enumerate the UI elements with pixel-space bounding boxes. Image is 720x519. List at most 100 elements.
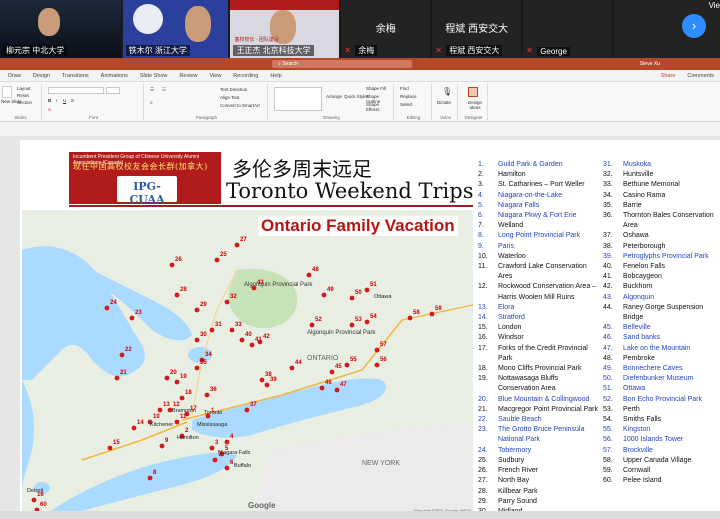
map-pin-marker[interactable] [194, 337, 200, 343]
destination-item[interactable]: 13. Elora [478, 303, 600, 313]
map-pin-marker[interactable] [306, 272, 312, 278]
tab-slide-show[interactable]: Slide Show [134, 70, 174, 82]
map-pin-marker[interactable] [249, 342, 255, 348]
map-pin-marker[interactable] [344, 362, 350, 368]
map-pin-marker[interactable] [374, 347, 380, 353]
map-pin-marker[interactable] [319, 385, 325, 391]
map-pin-marker[interactable] [429, 311, 435, 317]
shapes-gallery[interactable] [274, 87, 322, 111]
destination-item[interactable]: 22. Sauble Beach [478, 415, 600, 425]
shape-fill-button[interactable]: Shape Fill [366, 86, 386, 91]
map-pin-marker[interactable] [259, 377, 265, 383]
destination-item[interactable]: 57. Brockville [603, 446, 719, 456]
participant-tile[interactable]: ✕ George [523, 0, 613, 58]
map-pin-marker[interactable] [214, 257, 220, 263]
map-pin-marker[interactable] [224, 299, 230, 305]
underline-button[interactable]: U [63, 98, 66, 103]
map-pin-marker[interactable] [174, 292, 180, 298]
view-label[interactable]: Vie [709, 1, 720, 10]
font-name-select[interactable] [48, 87, 104, 94]
map-pin-marker[interactable] [229, 327, 235, 333]
destination-item[interactable]: 43. Algonquin [603, 293, 719, 303]
map-pin-marker[interactable] [119, 352, 125, 358]
destination-item[interactable]: 14. Stratford [478, 313, 600, 323]
tab-help[interactable]: Help [264, 70, 287, 82]
bold-button[interactable]: B [48, 98, 51, 103]
map-pin-marker[interactable] [174, 419, 180, 425]
map-pin-marker[interactable] [204, 392, 210, 398]
design-ideas-icon[interactable] [468, 87, 478, 97]
new-slide-icon[interactable] [2, 86, 12, 98]
map-pin-marker[interactable] [374, 362, 380, 368]
align-left-icon[interactable]: ≡ [150, 100, 153, 105]
search-box[interactable]: ⌕ Search [272, 60, 412, 68]
font-color-button[interactable]: A [48, 107, 51, 112]
destination-item[interactable]: 8. Long Point Provincial Park [478, 231, 600, 241]
dictate-button[interactable]: Dictate [437, 100, 451, 105]
map-pin-marker[interactable] [329, 369, 335, 375]
map-pin-marker[interactable] [194, 365, 200, 371]
destination-item[interactable]: 51. Ottawa [603, 384, 719, 394]
destination-item[interactable]: 49. Bonnechere Caves [603, 364, 719, 374]
map-pin-marker[interactable] [264, 382, 270, 388]
comments-button[interactable]: Comments [681, 70, 720, 82]
destination-item[interactable]: 50. Diefenbunker Museum [603, 374, 719, 384]
replace-button[interactable]: Replace [400, 94, 417, 99]
numbering-button[interactable]: ☷ [162, 87, 166, 93]
strikethrough-button[interactable]: S [71, 98, 74, 103]
font-size-select[interactable] [106, 87, 120, 94]
map-pin-marker[interactable] [174, 379, 180, 385]
participant-tile[interactable]: 程斌 西安交大 ✕ 程斌 西安交大 [432, 0, 522, 58]
map-pin-marker[interactable] [107, 445, 113, 451]
destination-item[interactable]: 4. Niagara-on-the-Lake [478, 191, 600, 201]
destination-item[interactable]: 45. Belleville [603, 323, 719, 333]
share-button[interactable]: Share [655, 70, 682, 82]
tab-review[interactable]: Review [173, 70, 203, 82]
destination-item[interactable]: 47. Lake on the Mountain [603, 344, 719, 354]
map-pin-marker[interactable] [349, 295, 355, 301]
destination-item[interactable]: 20. Blue Mountain & Collingwood [478, 395, 600, 405]
user-name[interactable]: Steve Xu [640, 61, 660, 67]
ontario-map[interactable]: Ontario Family Vacation Algonquin Provin… [22, 210, 473, 514]
map-pin-marker[interactable] [114, 375, 120, 381]
tab-view[interactable]: View [203, 70, 227, 82]
microphone-icon[interactable]: 🎙 [442, 87, 452, 96]
map-pin-marker[interactable] [157, 407, 163, 413]
destination-item[interactable]: 31. Muskoka [603, 160, 719, 170]
destination-item[interactable]: 52. Bon Echo Provincial Park [603, 395, 719, 405]
reset-button[interactable]: Reset [17, 93, 29, 98]
tab-transitions[interactable]: Transitions [56, 70, 95, 82]
map-pin-marker[interactable] [147, 475, 153, 481]
destination-item[interactable]: 1. Guild Park & Garden [478, 160, 600, 170]
map-pin-marker[interactable] [104, 305, 110, 311]
tab-animations[interactable]: Animations [95, 70, 134, 82]
next-page-arrow-icon[interactable]: › [682, 14, 706, 38]
find-button[interactable]: Find [400, 86, 409, 91]
tab-draw[interactable]: Draw [2, 70, 27, 82]
destination-item[interactable]: 46. Sand banks [603, 333, 719, 343]
tab-design[interactable]: Design [27, 70, 56, 82]
destination-item[interactable]: 5. Niagara Falls [478, 201, 600, 211]
map-pin-marker[interactable] [309, 322, 315, 328]
map-pin-marker[interactable] [164, 375, 170, 381]
participant-tile[interactable]: 塞校校长 · 团队建设 王正杰 北京科技大学 [230, 0, 340, 58]
map-pin-marker[interactable] [224, 439, 230, 445]
map-pin-marker[interactable] [129, 315, 135, 321]
map-pin-marker[interactable] [364, 319, 370, 325]
convert-smartart-button[interactable]: Convert to SmartArt [220, 103, 260, 108]
map-pin-marker[interactable] [169, 262, 175, 268]
destination-item[interactable]: 55. Kingston [603, 425, 719, 435]
map-pin-marker[interactable] [212, 457, 218, 463]
destination-item[interactable]: 56. 1000 Islands Tower [603, 435, 719, 445]
section-button[interactable]: Section [17, 100, 32, 105]
tab-recording[interactable]: Recording [227, 70, 264, 82]
shape-effects-button[interactable]: Shape Effects [366, 102, 393, 112]
map-pin-marker[interactable] [209, 445, 215, 451]
map-pin-marker[interactable] [407, 315, 413, 321]
map-pin-marker[interactable] [159, 443, 165, 449]
map-pin-marker[interactable] [289, 365, 295, 371]
map-pin-marker[interactable] [244, 407, 250, 413]
destination-item[interactable]: 24. Tobermory [478, 446, 600, 456]
italic-button[interactable]: I [56, 98, 57, 103]
text-direction-button[interactable]: Text Direction [220, 87, 247, 92]
